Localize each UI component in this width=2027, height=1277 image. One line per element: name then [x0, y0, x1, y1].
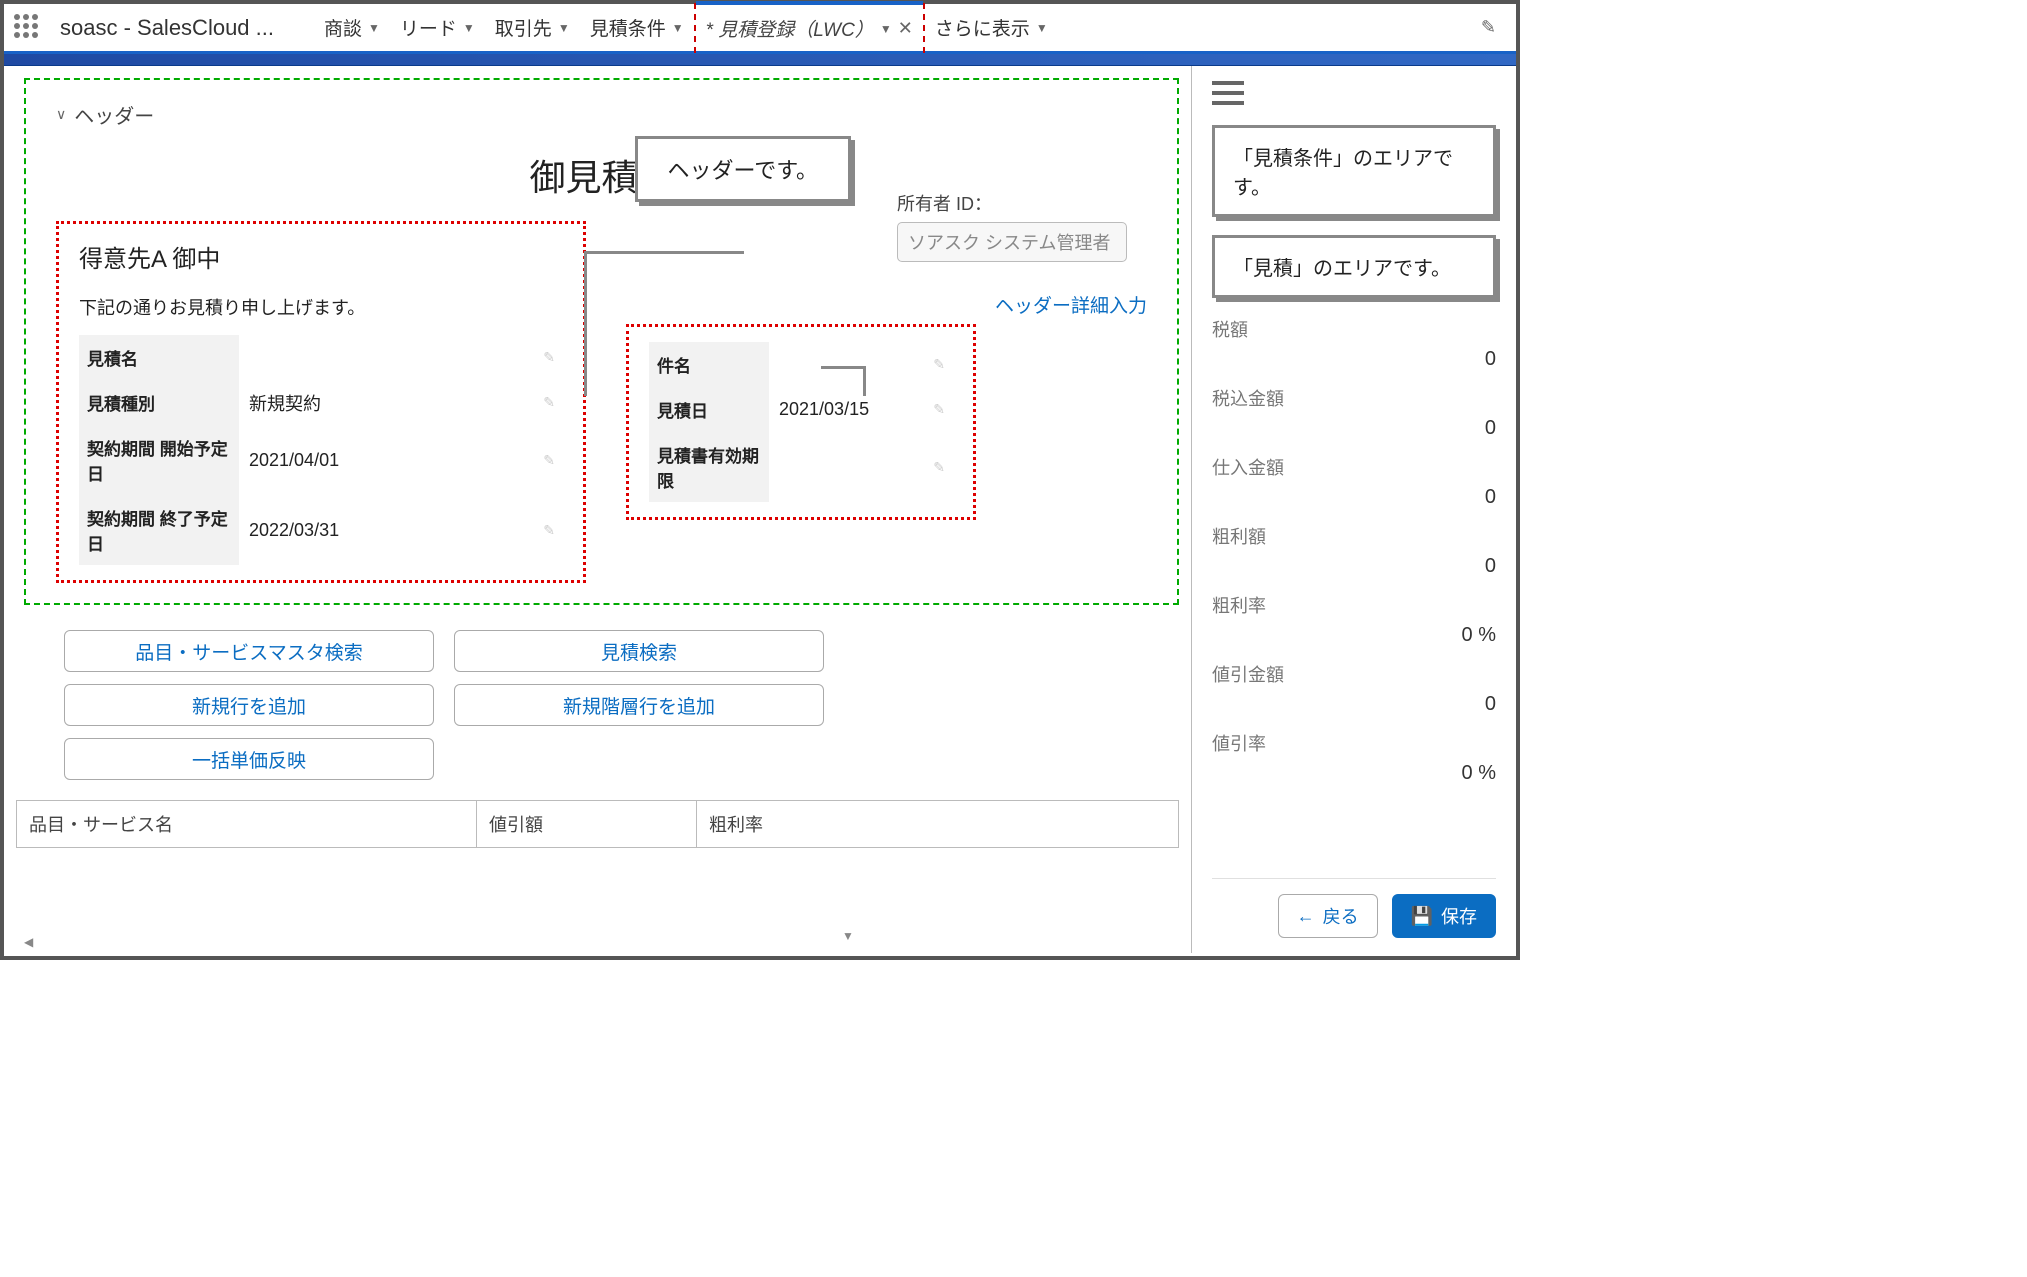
- metric-tax: 税額0: [1212, 316, 1496, 371]
- col-gross-margin: 粗利率: [697, 801, 1178, 847]
- scroll-left-icon: ◀: [24, 935, 33, 949]
- metric-gross-profit: 粗利額0: [1212, 523, 1496, 578]
- scroll-down-icon: ▼: [841, 929, 855, 943]
- close-icon[interactable]: ✕: [898, 18, 913, 39]
- section-title: ヘッダー: [74, 100, 154, 129]
- col-discount: 値引額: [477, 801, 697, 847]
- tab-quote-conditions[interactable]: 見積条件▼: [580, 3, 694, 53]
- divider-bar: [4, 54, 1516, 66]
- edit-pencil-icon[interactable]: ✎: [543, 522, 555, 539]
- chevron-down-icon[interactable]: ▼: [368, 21, 380, 35]
- leader-line: [584, 251, 744, 396]
- intro-text: 下記の通りお見積り申し上げます。: [79, 294, 563, 320]
- customer-info-box: 得意先A 御中 下記の通りお見積り申し上げます。 見積名✎ 見積種別新規契約✎ …: [56, 221, 586, 583]
- chevron-down-icon[interactable]: ▼: [880, 22, 892, 36]
- save-button[interactable]: 💾保存: [1392, 894, 1496, 938]
- metrics-list: 税額0 税込金額0 仕入金額0 粗利額0 粗利率0 % 値引金額0 値引率0 %: [1212, 316, 1496, 878]
- add-tier-row-button[interactable]: 新規階層行を追加: [454, 684, 824, 726]
- hamburger-icon[interactable]: [1212, 81, 1244, 105]
- edit-pencil-icon[interactable]: ✎: [543, 394, 555, 411]
- metric-gross-rate: 粗利率0 %: [1212, 592, 1496, 647]
- edit-pencil-icon[interactable]: ✎: [543, 349, 555, 366]
- tab-more[interactable]: さらに表示▼: [925, 3, 1058, 53]
- chevron-down-icon[interactable]: ▼: [463, 21, 475, 35]
- chevron-down-icon[interactable]: ▼: [1036, 21, 1048, 35]
- edit-pencil-icon[interactable]: ✎: [543, 452, 555, 469]
- app-title: soasc - SalesCloud ...: [60, 15, 274, 41]
- customer-name: 得意先A 御中: [79, 239, 563, 274]
- metric-cost: 仕入金額0: [1212, 454, 1496, 509]
- callout-header-label: ヘッダーです。: [635, 136, 851, 202]
- main-area: ヘッダーです。 ∨ ヘッダー 御見積書 所有者 ID： 得意先A 御中 下記の通…: [4, 66, 1191, 953]
- add-row-button[interactable]: 新規行を追加: [64, 684, 434, 726]
- edit-pencil-icon[interactable]: ✎: [1471, 17, 1506, 38]
- quote-search-button[interactable]: 見積検索: [454, 630, 824, 672]
- chevron-down-icon[interactable]: ▼: [672, 21, 684, 35]
- col-item-name: 品目・サービス名: [17, 801, 477, 847]
- apps-icon[interactable]: [14, 14, 42, 42]
- callout-quote-area: 「見積」のエリアです。: [1212, 235, 1496, 298]
- field-quote-expiry: 見積書有効期限✎: [649, 432, 953, 502]
- metric-discount-rate: 値引率0 %: [1212, 730, 1496, 785]
- side-panel: 「見積条件」のエリアです。 「見積」のエリアです。 税額0 税込金額0 仕入金額…: [1191, 66, 1516, 953]
- owner-id-label: 所有者 ID：: [897, 190, 1127, 216]
- edit-pencil-icon[interactable]: ✎: [933, 401, 945, 418]
- tab-quote-register-lwc[interactable]: * 見積登録（LWC）▼✕: [694, 3, 925, 53]
- tab-account[interactable]: 取引先▼: [485, 3, 580, 53]
- field-contract-end: 契約期間 終了予定日2022/03/31✎: [79, 495, 563, 565]
- leader-line: [821, 366, 866, 396]
- callout-conditions-area: 「見積条件」のエリアです。: [1212, 125, 1496, 217]
- chevron-down-icon[interactable]: ▼: [558, 21, 570, 35]
- save-icon: 💾: [1411, 906, 1433, 927]
- back-button[interactable]: ←戻る: [1278, 894, 1378, 938]
- metric-discount-amount: 値引金額0: [1212, 661, 1496, 716]
- field-quote-type: 見積種別新規契約✎: [79, 380, 563, 425]
- line-items-table-header: 品目・サービス名 値引額 粗利率: [16, 800, 1179, 848]
- item-master-search-button[interactable]: 品目・サービスマスタ検索: [64, 630, 434, 672]
- metric-total-incl-tax: 税込金額0: [1212, 385, 1496, 440]
- vertical-scrollbar[interactable]: ▲▼: [841, 136, 855, 943]
- field-contract-start: 契約期間 開始予定日2021/04/01✎: [79, 425, 563, 495]
- tab-opportunity[interactable]: 商談▼: [314, 3, 390, 53]
- topbar: soasc - SalesCloud ... 商談▼ リード▼ 取引先▼ 見積条…: [4, 4, 1516, 54]
- edit-pencil-icon[interactable]: ✎: [933, 459, 945, 476]
- horizontal-scrollbar[interactable]: ◀: [24, 933, 841, 947]
- chevron-down-icon[interactable]: ∨: [56, 106, 66, 123]
- edit-pencil-icon[interactable]: ✎: [933, 356, 945, 373]
- bulk-unit-price-button[interactable]: 一括単価反映: [64, 738, 434, 780]
- tab-lead[interactable]: リード▼: [390, 3, 485, 53]
- arrow-left-icon: ←: [1297, 906, 1315, 927]
- field-quote-name: 見積名✎: [79, 335, 563, 380]
- owner-id-input[interactable]: [897, 222, 1127, 262]
